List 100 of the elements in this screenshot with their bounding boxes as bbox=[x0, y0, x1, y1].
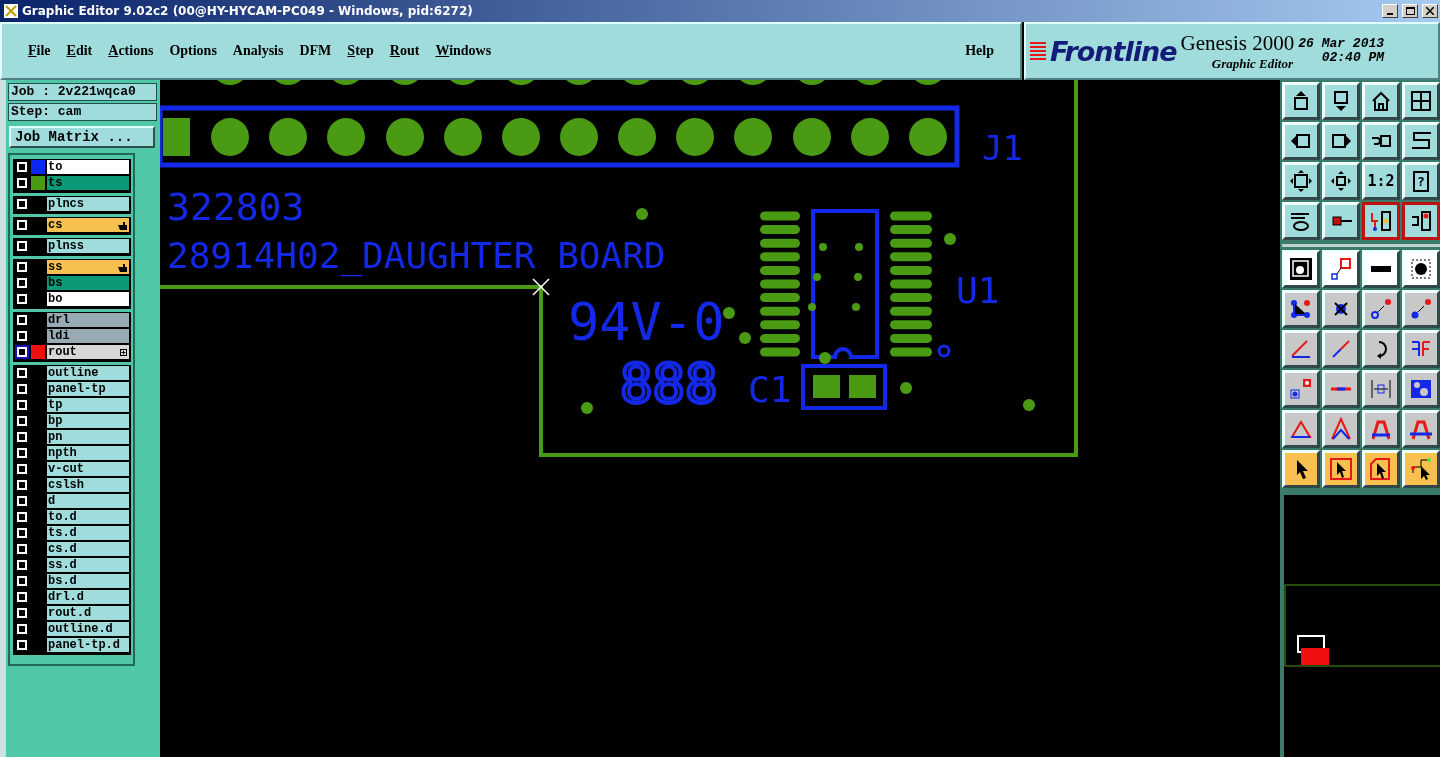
copy-icon bbox=[1369, 297, 1393, 321]
layer-checkbox[interactable] bbox=[17, 278, 27, 288]
layer-checkbox[interactable] bbox=[17, 384, 27, 394]
menu-item[interactable]: Edit bbox=[58, 39, 101, 63]
zoom-fit-icon bbox=[1289, 169, 1313, 193]
layer-checkbox[interactable] bbox=[17, 416, 27, 426]
menu-item[interactable]: Windows bbox=[427, 39, 500, 63]
layer-name[interactable]: rout bbox=[47, 345, 129, 359]
layer-name[interactable]: tp bbox=[47, 398, 129, 412]
layer-checkbox[interactable] bbox=[17, 640, 27, 650]
layer-name[interactable]: pn bbox=[47, 430, 129, 444]
layer-name[interactable]: plnss bbox=[47, 239, 129, 253]
layer-checkbox[interactable] bbox=[17, 368, 27, 378]
layer-name[interactable]: bo bbox=[47, 292, 129, 306]
app-icon bbox=[4, 4, 18, 18]
layer-name[interactable]: ldi bbox=[47, 329, 129, 343]
layer-name[interactable]: bs.d bbox=[47, 574, 129, 588]
layer-name[interactable]: to bbox=[47, 160, 129, 174]
layer-checkbox[interactable] bbox=[17, 220, 27, 230]
layer-checkbox[interactable] bbox=[17, 464, 27, 474]
close-icon bbox=[1426, 7, 1434, 15]
layer-name[interactable]: v-cut bbox=[47, 462, 129, 476]
layer-checkbox[interactable] bbox=[17, 608, 27, 618]
layer-checkbox[interactable] bbox=[17, 432, 27, 442]
layer-name[interactable]: drl bbox=[47, 313, 129, 327]
menu-item[interactable]: Rout bbox=[381, 39, 428, 63]
layer-name[interactable]: panel-tp.d bbox=[47, 638, 129, 652]
close-button[interactable] bbox=[1422, 4, 1438, 18]
menu-item[interactable]: Analysis bbox=[224, 39, 292, 63]
layer-checkbox[interactable] bbox=[17, 592, 27, 602]
layer-name[interactable]: cs.d bbox=[47, 542, 129, 556]
menu-item[interactable]: File bbox=[20, 39, 59, 63]
layer-checkbox[interactable] bbox=[17, 560, 27, 570]
layer-name[interactable]: cslsh bbox=[47, 478, 129, 492]
minimize-button[interactable] bbox=[1382, 4, 1398, 18]
layer-checkbox[interactable] bbox=[17, 576, 27, 586]
silkscreen-text: 888 bbox=[620, 352, 718, 415]
layer-checkbox[interactable] bbox=[17, 294, 27, 304]
copy-icon bbox=[1409, 297, 1433, 321]
layer-checkbox[interactable] bbox=[17, 315, 27, 325]
layer-name[interactable]: panel-tp bbox=[47, 382, 129, 396]
tool-button[interactable]: ? bbox=[1402, 162, 1440, 200]
window-icon bbox=[1409, 89, 1433, 113]
step-label: Step: cam bbox=[8, 103, 157, 121]
layer-name[interactable]: drl.d bbox=[47, 590, 129, 604]
rout-region bbox=[1301, 648, 1329, 665]
layer-checkbox[interactable] bbox=[17, 347, 27, 357]
silkscreen-text: C1 bbox=[748, 369, 792, 410]
menu-item[interactable]: Options bbox=[161, 39, 225, 63]
layer-checkbox[interactable] bbox=[17, 528, 27, 538]
layer-name[interactable]: ss.d bbox=[47, 558, 129, 572]
ruler-icon bbox=[1371, 266, 1391, 272]
scale-icon bbox=[1329, 257, 1353, 281]
expand-icon bbox=[120, 348, 127, 356]
layer-checkbox[interactable] bbox=[17, 496, 27, 506]
tool-button[interactable] bbox=[1362, 202, 1400, 240]
layer-checkbox[interactable] bbox=[17, 512, 27, 522]
product-name: Genesis 2000 bbox=[1180, 30, 1295, 56]
layer-name[interactable]: plncs bbox=[47, 197, 129, 211]
window-title: Graphic Editor 9.02c2 (00@HY-HYCAM-PC049 - Windows, pid:6272) bbox=[22, 4, 474, 18]
layer-checkbox[interactable] bbox=[17, 199, 27, 209]
layer-checkbox[interactable] bbox=[17, 400, 27, 410]
layer-checkbox[interactable] bbox=[17, 544, 27, 554]
triangle-icon bbox=[1329, 417, 1353, 441]
layer-checkbox[interactable] bbox=[17, 448, 27, 458]
pointer-icon bbox=[1369, 457, 1393, 481]
layer-name[interactable]: ts.d bbox=[47, 526, 129, 540]
angle-icon bbox=[1289, 337, 1313, 361]
tool-button[interactable] bbox=[1402, 202, 1440, 240]
layer-name[interactable]: npth bbox=[47, 446, 129, 460]
tool-button[interactable]: 1:2 bbox=[1362, 162, 1400, 200]
move-icon bbox=[1289, 257, 1313, 281]
layer-name[interactable]: outline bbox=[47, 366, 129, 380]
nodes-icon bbox=[1289, 297, 1313, 321]
menu-item[interactable]: Actions bbox=[100, 39, 162, 63]
layer-name[interactable]: ss bbox=[47, 260, 129, 274]
layer-checkbox[interactable] bbox=[17, 162, 27, 172]
layer-checkbox[interactable] bbox=[17, 331, 27, 341]
layer-checkbox[interactable] bbox=[17, 241, 27, 251]
menu-item[interactable]: Step bbox=[339, 39, 382, 63]
layer-name[interactable]: cs bbox=[47, 218, 129, 232]
route-pointer-icon bbox=[1409, 457, 1433, 481]
job-matrix-button[interactable]: Job Matrix ... bbox=[9, 126, 155, 148]
layer-name[interactable]: bs bbox=[47, 276, 129, 290]
layer-name[interactable]: outline.d bbox=[47, 622, 129, 636]
cursor-icon bbox=[532, 278, 550, 296]
layer-name[interactable]: ts bbox=[47, 176, 129, 190]
layer-name[interactable]: rout.d bbox=[47, 606, 129, 620]
silkscreen-text: 28914H02_DAUGHTER BOARD bbox=[167, 235, 666, 276]
menu-item[interactable]: DFM bbox=[291, 39, 340, 63]
layer-name[interactable]: d bbox=[47, 494, 129, 508]
menu-item[interactable]: Help bbox=[957, 39, 1002, 63]
layer-checkbox[interactable] bbox=[17, 624, 27, 634]
layer-name[interactable]: bp bbox=[47, 414, 129, 428]
maximize-button[interactable] bbox=[1402, 4, 1418, 18]
layer-name[interactable]: to.d bbox=[47, 510, 129, 524]
layer-checkbox[interactable] bbox=[17, 480, 27, 490]
layer-checkbox[interactable] bbox=[17, 262, 27, 272]
layer-checkbox[interactable] bbox=[17, 178, 27, 188]
time-text: 02:40 PM bbox=[1320, 51, 1385, 65]
